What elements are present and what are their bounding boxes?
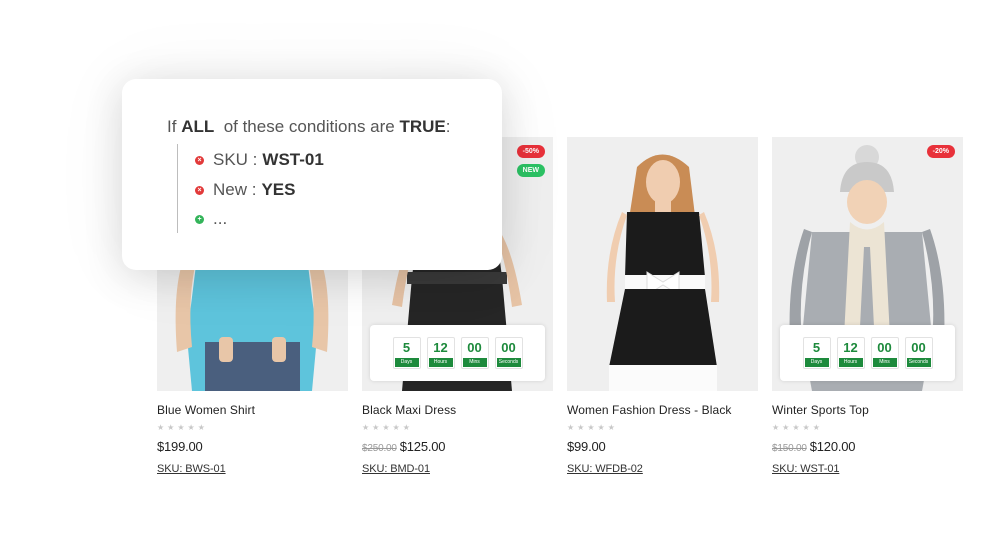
- condition-row-new[interactable]: × New : YES: [195, 179, 296, 201]
- product-price: $150.00 $120.00: [772, 439, 963, 454]
- star-icon: ★: [362, 423, 370, 432]
- star-icon: ★: [792, 423, 800, 432]
- star-icon: ★: [372, 423, 380, 432]
- condition-row-add[interactable]: + ...: [195, 208, 227, 230]
- price-old: $150.00: [772, 443, 807, 454]
- star-icon: ★: [772, 423, 780, 432]
- condition-value[interactable]: YES: [261, 180, 295, 200]
- product-image[interactable]: [567, 137, 758, 391]
- product-name[interactable]: Black Maxi Dress: [362, 403, 553, 417]
- price-current: $120.00: [809, 439, 856, 454]
- star-icon: ★: [802, 423, 810, 432]
- countdown-seconds: 00 Seconds: [494, 337, 523, 369]
- countdown-timer: 5 Days 12 Hours 00 Mins 00 Seconds: [370, 325, 545, 381]
- countdown-mins: 00 Mins: [460, 337, 489, 369]
- product-card-women-fashion-dress[interactable]: Women Fashion Dress - Black ★ ★ ★ ★ ★ $99.00…: [567, 137, 758, 475]
- star-icon: ★: [177, 423, 185, 432]
- star-icon: ★: [567, 423, 575, 432]
- star-icon: ★: [197, 423, 205, 432]
- countdown-timer: 5 Days 12 Hours 00 Mins 00 Seconds: [780, 325, 955, 381]
- countdown-mins: 00 Mins: [870, 337, 899, 369]
- star-icon: ★: [157, 423, 165, 432]
- match-all-keyword[interactable]: ALL: [181, 117, 214, 136]
- product-price: $250.00 $125.00: [362, 439, 553, 454]
- product-photo-fashion-dress: [567, 137, 758, 391]
- condition-heading: If ALL of these conditions are TRUE:: [167, 117, 451, 136]
- product-name[interactable]: Winter Sports Top: [772, 403, 963, 417]
- condition-field[interactable]: New :: [213, 180, 256, 200]
- star-icon: ★: [812, 423, 820, 432]
- match-true-keyword[interactable]: TRUE: [399, 117, 445, 136]
- price-current: $99.00: [567, 439, 606, 454]
- star-icon: ★: [402, 423, 410, 432]
- star-icon: ★: [587, 423, 595, 432]
- star-icon: ★: [392, 423, 400, 432]
- new-badge: NEW: [516, 164, 545, 177]
- star-icon: ★: [187, 423, 195, 432]
- star-rating: ★ ★ ★ ★ ★: [567, 423, 758, 433]
- price-current: $199.00: [157, 439, 203, 454]
- star-rating: ★ ★ ★ ★ ★: [157, 423, 348, 433]
- star-rating: ★ ★ ★ ★ ★: [362, 423, 553, 433]
- product-image[interactable]: -20% 5 Days 12 Hours 00 Mins 00 Seconds: [772, 137, 963, 391]
- price-old: $250.00: [362, 443, 397, 454]
- star-icon: ★: [382, 423, 390, 432]
- product-price: $99.00: [567, 439, 758, 454]
- sale-badge: -50%: [516, 145, 545, 158]
- condition-row-sku[interactable]: × SKU : WST-01: [195, 149, 324, 171]
- condition-popup: If ALL of these conditions are TRUE: × S…: [122, 79, 502, 270]
- sale-badge: -20%: [926, 145, 955, 158]
- star-rating: ★ ★ ★ ★ ★: [772, 423, 963, 433]
- star-icon: ★: [167, 423, 175, 432]
- product-sku[interactable]: SKU: BMD-01: [362, 463, 553, 475]
- condition-field[interactable]: SKU :: [213, 150, 257, 170]
- countdown-hours: 12 Hours: [426, 337, 455, 369]
- star-icon: ★: [607, 423, 615, 432]
- price-current: $125.00: [399, 439, 446, 454]
- star-icon: ★: [597, 423, 605, 432]
- remove-condition-icon[interactable]: ×: [195, 185, 204, 195]
- add-condition-icon[interactable]: +: [195, 214, 204, 224]
- condition-tree-line: [177, 144, 178, 233]
- product-price: $199.00: [157, 439, 348, 454]
- condition-value[interactable]: WST-01: [262, 150, 323, 170]
- countdown-days: 5 Days: [392, 337, 421, 369]
- remove-condition-icon[interactable]: ×: [195, 155, 204, 165]
- product-sku[interactable]: SKU: WST-01: [772, 463, 963, 475]
- star-icon: ★: [577, 423, 585, 432]
- product-sku[interactable]: SKU: BWS-01: [157, 463, 348, 475]
- product-sku[interactable]: SKU: WFDB-02: [567, 463, 758, 475]
- countdown-hours: 12 Hours: [836, 337, 865, 369]
- product-card-winter-sports-top[interactable]: -20% 5 Days 12 Hours 00 Mins 00 Seconds Wint…: [772, 137, 963, 475]
- product-name[interactable]: Women Fashion Dress - Black: [567, 403, 758, 417]
- add-condition-placeholder[interactable]: ...: [213, 209, 227, 229]
- countdown-days: 5 Days: [802, 337, 831, 369]
- countdown-seconds: 00 Seconds: [904, 337, 933, 369]
- product-name[interactable]: Blue Women Shirt: [157, 403, 348, 417]
- star-icon: ★: [782, 423, 790, 432]
